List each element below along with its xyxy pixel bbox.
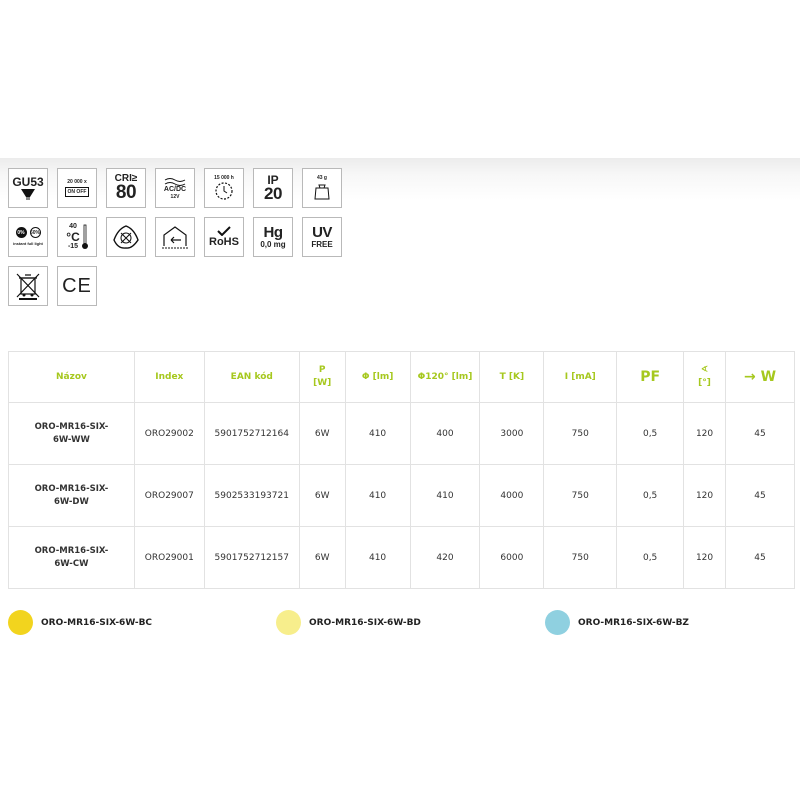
- cell-power: 6W: [298, 402, 346, 465]
- feature-icons: GU53 20 000 x ON OFF CRI≥ 80 AC/DC 12V 1…: [8, 168, 348, 315]
- cell-flux: 410: [344, 526, 411, 589]
- variant-color-dot: [8, 610, 33, 635]
- uv-free-icon: UV FREE: [302, 217, 342, 257]
- instant-light-icon: 0% 60% instant full light: [8, 217, 48, 257]
- variant-color-dot: [545, 610, 570, 635]
- variant-label: ORO-MR16-SIX-6W-BC: [41, 617, 153, 628]
- cell-current: 750: [543, 464, 618, 527]
- cell-equivalent: 45: [725, 464, 795, 527]
- cell-flux-120: 410: [409, 464, 481, 527]
- gu53-socket-icon: GU53: [8, 168, 48, 208]
- cell-index: ORO29007: [133, 464, 205, 527]
- variant-color-dot: [276, 610, 301, 635]
- temperature-icon: 40 °C -15: [57, 217, 97, 257]
- color-variants: ORO-MR16-SIX-6W-BC ORO-MR16-SIX-6W-BD OR…: [8, 610, 795, 636]
- variant-bz[interactable]: ORO-MR16-SIX-6W-BZ: [545, 610, 689, 635]
- col-header-flux: Φ [lm]: [344, 351, 411, 403]
- cell-flux-120: 420: [409, 526, 481, 589]
- col-header-flux-120: Φ120° [lm]: [409, 351, 481, 403]
- cell-ean: 5901752712157: [203, 526, 300, 589]
- cell-power: 6W: [298, 526, 346, 589]
- cell-index: ORO29002: [133, 402, 205, 465]
- table-row: ORO-MR16-SIX-6W-DW ORO29007 590253319372…: [8, 464, 795, 527]
- col-header-power: P [W]: [298, 351, 346, 403]
- col-header-index: Index: [133, 351, 205, 403]
- cell-angle: 120: [683, 526, 727, 589]
- cell-name: ORO-MR16-SIX-6W-CW: [8, 526, 135, 589]
- cri-icon: CRI≥ 80: [106, 168, 146, 208]
- ip-rating-icon: IP 20: [253, 168, 293, 208]
- icon-row-3: CE: [8, 266, 348, 306]
- cell-temperature: 4000: [479, 464, 545, 527]
- not-dimmable-icon: [106, 217, 146, 257]
- table-row: ORO-MR16-SIX-6W-WW ORO29002 590175271216…: [8, 402, 795, 465]
- col-header-current: I [mA]: [543, 351, 618, 403]
- cell-temperature: 3000: [479, 402, 545, 465]
- cell-flux-120: 400: [409, 402, 481, 465]
- col-header-pf: PF: [616, 351, 685, 403]
- cell-flux: 410: [344, 402, 411, 465]
- spec-table: Názov Index EAN kód P [W] Φ [lm] Φ120° […: [8, 351, 795, 589]
- cell-ean: 5901752712164: [203, 402, 300, 465]
- icon-row-2: 0% 60% instant full light 40 °C -15 RoHS…: [8, 217, 348, 257]
- switch-cycles-icon: 20 000 x ON OFF: [57, 168, 97, 208]
- col-header-ean: EAN kód: [203, 351, 300, 403]
- lifetime-icon: 15 000 h: [204, 168, 244, 208]
- cell-pf: 0,5: [616, 526, 685, 589]
- cell-current: 750: [543, 402, 618, 465]
- cell-angle: 120: [683, 402, 727, 465]
- indoor-icon: [155, 217, 195, 257]
- acdc-icon: AC/DC 12V: [155, 168, 195, 208]
- cell-power: 6W: [298, 464, 346, 527]
- cell-current: 750: [543, 526, 618, 589]
- cell-equivalent: 45: [725, 526, 795, 589]
- variant-bd[interactable]: ORO-MR16-SIX-6W-BD: [276, 610, 421, 635]
- weight-icon: 43 g: [302, 168, 342, 208]
- cell-flux: 410: [344, 464, 411, 527]
- cell-ean: 5902533193721: [203, 464, 300, 527]
- cell-name: ORO-MR16-SIX-6W-DW: [8, 464, 135, 527]
- variant-label: ORO-MR16-SIX-6W-BZ: [578, 617, 689, 628]
- table-header-row: Názov Index EAN kód P [W] Φ [lm] Φ120° […: [8, 351, 795, 403]
- cell-angle: 120: [683, 464, 727, 527]
- cell-index: ORO29001: [133, 526, 205, 589]
- cell-name: ORO-MR16-SIX-6W-WW: [8, 402, 135, 465]
- col-header-equivalent: → W: [725, 351, 795, 403]
- cell-temperature: 6000: [479, 526, 545, 589]
- ce-mark-icon: CE: [57, 266, 97, 306]
- col-header-temperature: T [K]: [479, 351, 545, 403]
- col-header-name: Názov: [8, 351, 135, 403]
- icon-row-1: GU53 20 000 x ON OFF CRI≥ 80 AC/DC 12V 1…: [8, 168, 348, 208]
- table-row: ORO-MR16-SIX-6W-CW ORO29001 590175271215…: [8, 526, 795, 589]
- cell-pf: 0,5: [616, 464, 685, 527]
- mercury-icon: Hg 0,0 mg: [253, 217, 293, 257]
- weee-bin-icon: [8, 266, 48, 306]
- cell-equivalent: 45: [725, 402, 795, 465]
- rohs-icon: RoHS: [204, 217, 244, 257]
- cell-pf: 0,5: [616, 402, 685, 465]
- variant-label: ORO-MR16-SIX-6W-BD: [309, 617, 421, 628]
- variant-bc[interactable]: ORO-MR16-SIX-6W-BC: [8, 610, 152, 635]
- col-header-angle: ∢ [°]: [683, 351, 727, 403]
